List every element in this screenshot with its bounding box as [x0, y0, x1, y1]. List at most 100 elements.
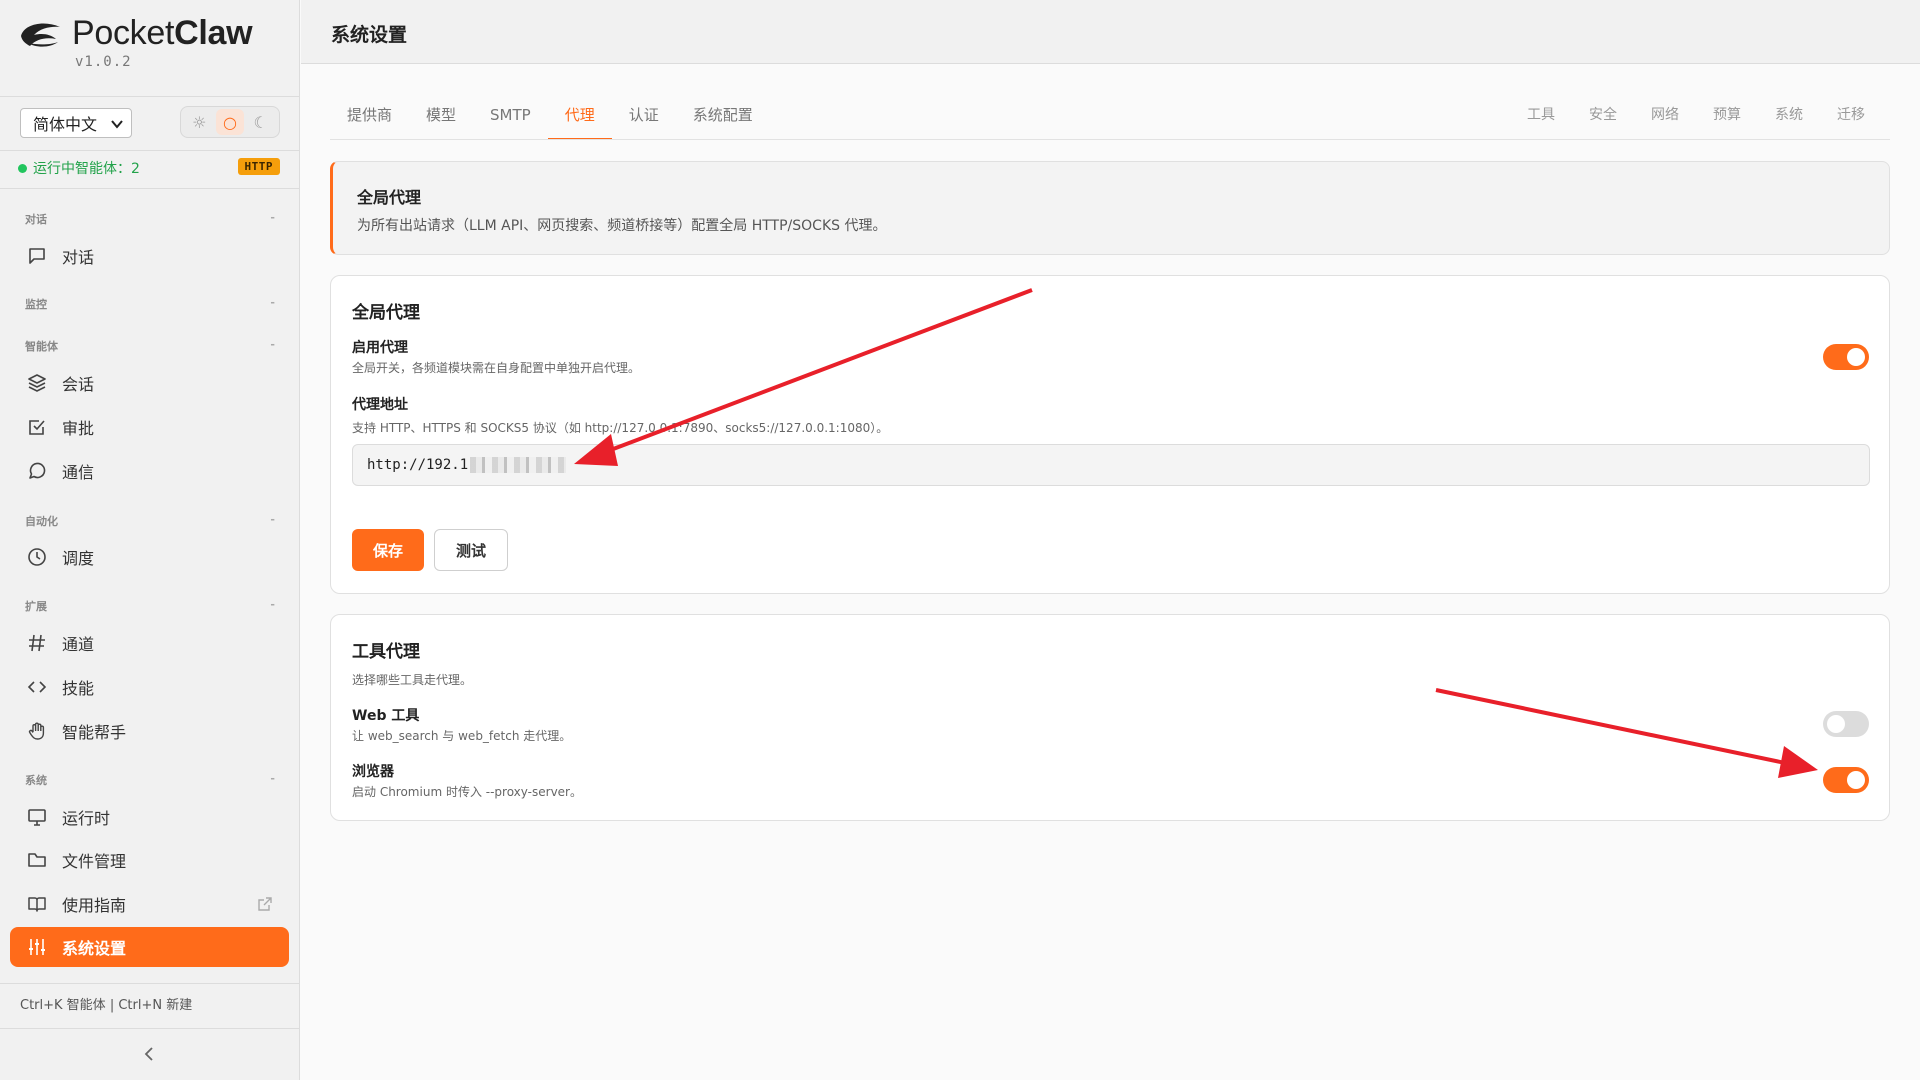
status-text: 运行中智能体：2: [33, 161, 140, 177]
message-circle-icon: [26, 460, 48, 482]
sidebar-item-files[interactable]: 文件管理: [10, 840, 289, 880]
sidebar-item-runtime[interactable]: 运行时: [10, 797, 289, 837]
redacted-text: [470, 457, 567, 473]
nav-section-extensions[interactable]: 扩展 -: [25, 598, 275, 616]
sidebar-item-label: 对话: [62, 248, 95, 267]
sidebar-item-schedule[interactable]: 调度: [10, 537, 289, 577]
checkbox-icon: [26, 416, 48, 438]
chevron-down-icon: [111, 120, 123, 129]
sidebar-item-sessions[interactable]: 会话: [10, 363, 289, 403]
sidebar-item-chat[interactable]: 对话: [10, 236, 289, 276]
moon-icon[interactable]: ☾: [247, 109, 275, 135]
proxy-address-desc: 支持 HTTP、HTTPS 和 SOCKS5 协议（如 http://127.0…: [352, 421, 889, 435]
app-name: PocketClaw: [72, 14, 253, 52]
divider: [0, 188, 300, 189]
sidebar-item-settings[interactable]: 系统设置: [10, 927, 289, 967]
web-tools-label: Web 工具: [352, 708, 420, 724]
enable-proxy-label: 启用代理: [352, 340, 408, 356]
sidebar: PocketClaw v1.0.2 简体中文 ☼ ○ ☾ 运行中智能体：2 HT…: [0, 0, 300, 1080]
divider: [0, 96, 300, 97]
sidebar-item-label: 调度: [62, 549, 95, 568]
tab-tools[interactable]: 工具: [1510, 98, 1572, 140]
nav-section-system[interactable]: 系统 -: [25, 772, 275, 790]
info-title: 全局代理: [357, 188, 422, 207]
web-tools-toggle[interactable]: [1823, 711, 1869, 737]
nav-section-monitor[interactable]: 监控 -: [25, 296, 275, 314]
settings-tabs-secondary: 工具 安全 网络 预算 系统 迁移: [1510, 98, 1882, 140]
info-description: 为所有出站请求（LLM API、网页搜索、频道桥接等）配置全局 HTTP/SOC…: [357, 218, 887, 234]
language-select-value: 简体中文: [33, 115, 98, 134]
browser-label: 浏览器: [352, 764, 394, 780]
sidebar-item-assistant[interactable]: 智能帮手: [10, 711, 289, 751]
sun-icon[interactable]: ☼: [185, 109, 213, 135]
divider: [0, 150, 300, 151]
theme-switch: ☼ ○ ☾: [180, 106, 280, 138]
proxy-address-value: http://192.1: [367, 457, 469, 473]
sidebar-item-label: 通道: [62, 635, 95, 654]
nav-section-agents[interactable]: 智能体 -: [25, 338, 275, 356]
tab-budget[interactable]: 预算: [1696, 98, 1758, 140]
tab-system[interactable]: 系统: [1758, 98, 1820, 140]
language-select[interactable]: 简体中文: [20, 108, 132, 138]
book-icon: [26, 893, 48, 915]
page-title: 系统设置: [331, 24, 408, 46]
sidebar-item-label: 系统设置: [62, 939, 127, 958]
sidebar-item-label: 使用指南: [62, 896, 127, 915]
tab-auth[interactable]: 认证: [612, 98, 676, 140]
tab-system-config[interactable]: 系统配置: [676, 98, 770, 140]
claw-logo-icon: [21, 23, 60, 47]
nav-section-automation[interactable]: 自动化 -: [25, 513, 275, 531]
monitor-icon: [26, 806, 48, 828]
web-tools-desc: 让 web_search 与 web_fetch 走代理。: [352, 729, 572, 743]
sidebar-item-approvals[interactable]: 审批: [10, 407, 289, 447]
clock-icon: [26, 546, 48, 568]
sidebar-item-label: 技能: [62, 679, 95, 698]
tab-proxy[interactable]: 代理: [547, 98, 612, 140]
sidebar-item-label: 审批: [62, 419, 95, 438]
tool-proxy-card: 工具代理 选择哪些工具走代理。 Web 工具 让 web_search 与 we…: [330, 614, 1890, 821]
sliders-icon: [26, 936, 48, 958]
top-bar: 系统设置: [301, 0, 1920, 64]
hash-icon: [26, 632, 48, 654]
tab-migration[interactable]: 迁移: [1820, 98, 1882, 140]
sidebar-item-comms[interactable]: 通信: [10, 451, 289, 491]
status-badge: HTTP: [237, 158, 280, 175]
folder-icon: [26, 849, 48, 871]
sidebar-item-channels[interactable]: 通道: [10, 623, 289, 663]
sidebar-item-guide[interactable]: 使用指南: [10, 884, 289, 924]
shortcut-hint: Ctrl+K 智能体 | Ctrl+N 新建: [20, 998, 193, 1013]
circle-icon[interactable]: ○: [215, 109, 244, 135]
chat-icon: [26, 245, 48, 267]
enable-proxy-toggle[interactable]: [1823, 344, 1869, 370]
tab-security[interactable]: 安全: [1572, 98, 1634, 140]
code-icon: [26, 676, 48, 698]
hand-icon: [26, 720, 48, 742]
sidebar-item-label: 运行时: [62, 809, 111, 828]
tab-network[interactable]: 网络: [1634, 98, 1696, 140]
sidebar-item-label: 通信: [62, 463, 95, 482]
agent-status: 运行中智能体：2 HTTP: [18, 158, 280, 178]
tabs-divider: [330, 139, 1890, 140]
info-banner: 全局代理 为所有出站请求（LLM API、网页搜索、频道桥接等）配置全局 HTT…: [330, 161, 1890, 255]
test-button[interactable]: 测试: [434, 529, 508, 571]
sidebar-item-label: 文件管理: [62, 852, 127, 871]
proxy-address-label: 代理地址: [352, 397, 408, 413]
divider: [0, 1028, 300, 1029]
tab-providers[interactable]: 提供商: [330, 98, 409, 140]
chevron-left-icon[interactable]: [140, 1044, 160, 1064]
card-title: 工具代理: [352, 642, 420, 662]
layers-icon: [26, 372, 48, 394]
proxy-address-input[interactable]: http://192.1: [352, 444, 1870, 486]
sidebar-item-skills[interactable]: 技能: [10, 667, 289, 707]
tool-proxy-desc: 选择哪些工具走代理。: [352, 673, 473, 687]
app-version: v1.0.2: [75, 54, 132, 70]
tab-smtp[interactable]: SMTP: [473, 98, 548, 140]
tab-models[interactable]: 模型: [409, 98, 473, 140]
sidebar-item-label: 智能帮手: [62, 723, 127, 742]
nav-section-chat[interactable]: 对话 -: [25, 211, 275, 229]
enable-proxy-desc: 全局开关，各频道模块需在自身配置中单独开启代理。: [352, 361, 641, 375]
sidebar-item-label: 会话: [62, 375, 95, 394]
browser-toggle[interactable]: [1823, 767, 1869, 793]
status-dot: [18, 163, 27, 173]
save-button[interactable]: 保存: [352, 529, 424, 571]
